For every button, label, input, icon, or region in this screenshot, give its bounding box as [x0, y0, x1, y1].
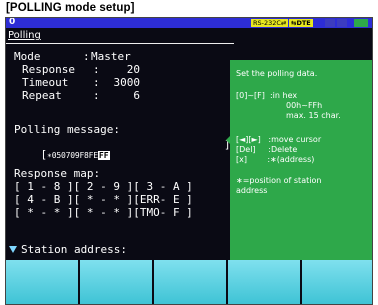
response-map-row[interactable]: [ 1 - 8 ][ 2 - 9 ][ 3 - A ] — [14, 181, 193, 193]
mode-value[interactable]: Master — [91, 51, 131, 63]
function-key-4[interactable] — [228, 260, 302, 304]
help-range: 00h~FFh — [286, 101, 323, 110]
page-title: [POLLING mode setup] — [6, 2, 135, 14]
help-max: max. 15 char. — [286, 111, 341, 120]
channel-number: 0 — [9, 17, 16, 27]
text-cursor: FF — [97, 151, 110, 160]
device-screen: 0 RS-232C⇄ ⇆DTE Polling Mode : Master Re… — [5, 17, 373, 305]
help-note: ∗=position of station — [236, 176, 322, 185]
timeout-label: Timeout — [22, 76, 69, 89]
status-indicator-icon — [354, 19, 368, 27]
response-map-row[interactable]: [ 4 - B ][ * - * ][ERR- E ] — [14, 194, 193, 206]
help-keys: [0]~[F] :in hex — [236, 91, 298, 100]
help-x: [x] :∗(address) — [236, 155, 315, 164]
function-key-bar — [6, 260, 372, 304]
response-label: Response — [22, 63, 75, 76]
help-title: Set the polling data. — [236, 69, 318, 78]
help-move: [◄][►] :move cursor — [236, 135, 322, 144]
response-map-row[interactable]: [ * - * ][ * - * ][TMO- F ] — [14, 207, 193, 219]
polling-message-value[interactable]: ∗050709F8FE — [47, 151, 98, 160]
help-panel: Set the polling data. [0]~[F] :in hex 00… — [230, 60, 372, 270]
function-key-3[interactable] — [154, 260, 228, 304]
station-address-label: Station address: — [21, 243, 127, 256]
mode-colon: : — [83, 50, 90, 63]
status-indicator-icon — [337, 19, 347, 27]
repeat-value[interactable]: 6 — [80, 90, 140, 102]
function-key-2[interactable] — [80, 260, 154, 304]
response-map-label: Response map: — [14, 167, 101, 180]
polling-message-label: Polling message: — [14, 123, 120, 136]
dte-badge: ⇆DTE — [289, 19, 313, 27]
repeat-label: Repeat — [22, 89, 62, 102]
mode-label: Mode — [14, 50, 41, 63]
help-note: address — [236, 186, 268, 195]
status-bar: 0 RS-232C⇄ ⇆DTE — [6, 18, 372, 28]
tab-polling[interactable]: Polling — [8, 30, 41, 41]
help-del: [Del] :Delete — [236, 145, 298, 154]
function-key-5[interactable] — [302, 260, 372, 304]
tab-divider — [6, 43, 234, 44]
status-indicator-icon — [325, 19, 335, 27]
rs232c-badge: RS-232C⇄ — [251, 19, 289, 27]
response-value[interactable]: 20 — [80, 64, 140, 76]
function-key-1[interactable] — [6, 260, 80, 304]
scroll-down-icon[interactable] — [9, 246, 17, 253]
timeout-value[interactable]: 3000 — [80, 77, 141, 89]
